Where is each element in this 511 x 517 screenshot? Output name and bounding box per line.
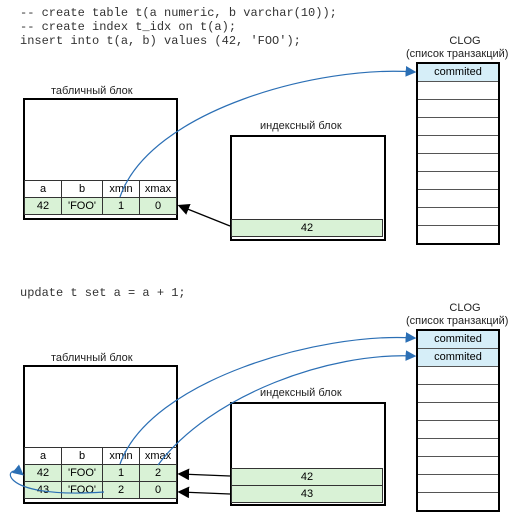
clog-row: commited (418, 349, 498, 367)
clog-row (418, 457, 498, 475)
col-b: b (62, 181, 103, 198)
index-row: 42 (231, 468, 383, 486)
table-row: 43 'FOO' 2 0 (25, 482, 177, 499)
col-xmin: xmin (103, 181, 140, 198)
clog-sub-bottom: (список транзакций) (406, 315, 508, 327)
col-xmax: xmax (140, 181, 177, 198)
table-bottom: a b xmin xmax 42 'FOO' 1 2 43 'FOO' 2 0 (24, 447, 177, 499)
clog-row (418, 367, 498, 385)
clog-row (418, 493, 498, 510)
clog-row (418, 100, 498, 118)
clog-title-bottom: CLOG (445, 302, 485, 314)
index-row: 43 (231, 486, 383, 503)
col-b: b (62, 448, 103, 465)
clog-sub-top: (список транзакций) (406, 48, 508, 60)
table-row: 42 'FOO' 1 0 (25, 198, 177, 215)
col-a: a (25, 181, 62, 198)
clog-row (418, 118, 498, 136)
index-block-label-bottom: индексный блок (260, 387, 342, 399)
table-block-label-bottom: табличный блок (51, 352, 133, 364)
clog-row (418, 208, 498, 226)
table-block-label-top: табличный блок (51, 85, 133, 97)
clog-row: commited (418, 64, 498, 82)
clog-row (418, 475, 498, 493)
clog-row (418, 403, 498, 421)
clog-row (418, 172, 498, 190)
index-block-label-top: индексный блок (260, 120, 342, 132)
clog-row (418, 136, 498, 154)
clog-row (418, 82, 498, 100)
col-a: a (25, 448, 62, 465)
clog-row (418, 439, 498, 457)
sql-code-bottom: update t set a = a + 1; (20, 286, 186, 300)
clog-row: commited (418, 331, 498, 349)
col-xmax: xmax (140, 448, 177, 465)
clog-row (418, 421, 498, 439)
clog-row (418, 226, 498, 243)
index-row: 42 (231, 219, 383, 237)
table-row: 42 'FOO' 1 2 (25, 465, 177, 482)
clog-row (418, 190, 498, 208)
clog-box-bottom: commited commited (416, 329, 500, 512)
table-top: a b xmin xmax 42 'FOO' 1 0 (24, 180, 177, 215)
sql-code-top: -- create table t(a numeric, b varchar(1… (20, 6, 337, 48)
clog-title-top: CLOG (445, 35, 485, 47)
clog-row (418, 385, 498, 403)
clog-row (418, 154, 498, 172)
clog-box-top: commited (416, 62, 500, 245)
col-xmin: xmin (103, 448, 140, 465)
